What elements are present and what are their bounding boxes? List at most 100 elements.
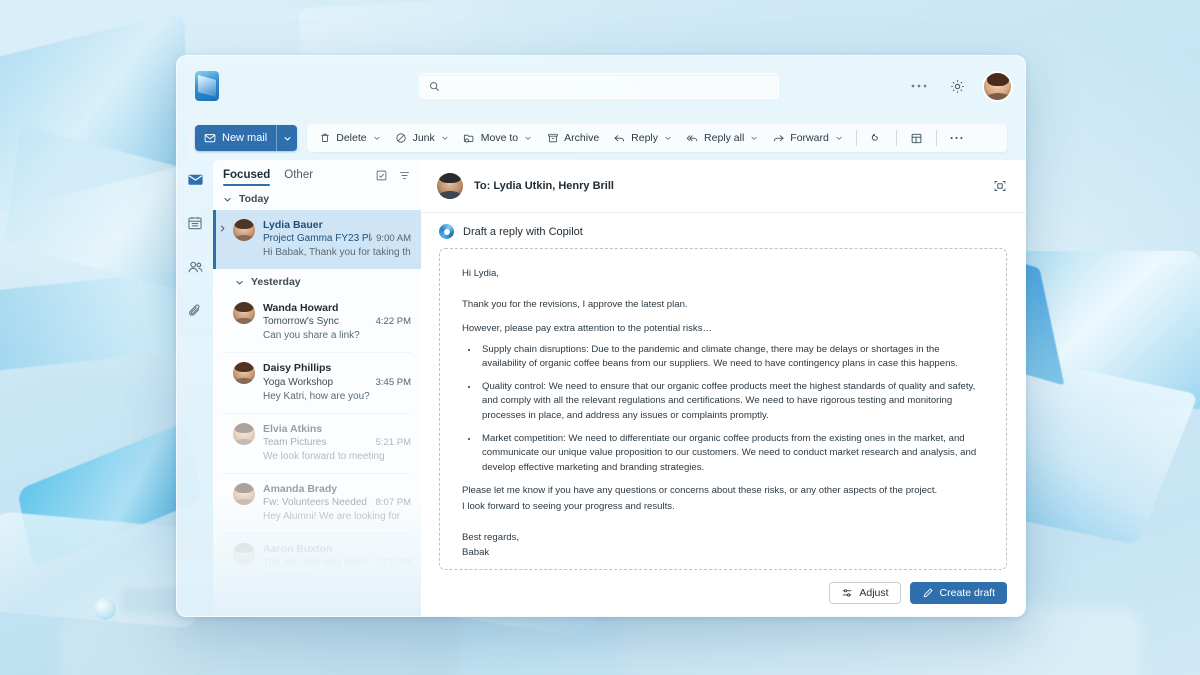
- command-overflow-button[interactable]: [943, 127, 970, 149]
- chevron-right-icon[interactable]: [219, 224, 226, 233]
- search-input[interactable]: [447, 80, 769, 92]
- tab-focused-label: Focused: [223, 169, 270, 181]
- delete-button[interactable]: Delete: [311, 127, 387, 149]
- chevron-down-icon[interactable]: [441, 134, 449, 142]
- avatar: [233, 302, 255, 324]
- navigation-rail: [177, 160, 213, 617]
- copilot-draft-box[interactable]: Hi Lydia, Thank you for the revisions, I…: [439, 248, 1007, 570]
- reply-all-icon: [686, 132, 699, 145]
- command-group: Delete Junk: [307, 124, 1007, 152]
- block-icon: [395, 132, 408, 145]
- chevron-down-icon: [223, 195, 232, 204]
- sidebar-item-calendar[interactable]: [182, 210, 208, 236]
- avatar: [233, 483, 255, 505]
- sidebar-item-files[interactable]: [182, 298, 208, 324]
- command-divider: [856, 130, 857, 146]
- tab-focused[interactable]: Focused: [223, 169, 270, 186]
- title-bar: [177, 56, 1025, 116]
- chevron-down-icon: [235, 278, 244, 287]
- folder-arrow-icon: [463, 132, 476, 145]
- subject-row: Team Pictures 5:21 PM: [263, 436, 411, 450]
- list-item[interactable]: Wanda Howard Tomorrow's Sync 4:22 PM Can…: [213, 293, 421, 352]
- draft-closing-2: I look forward to seeing your progress a…: [462, 500, 984, 515]
- avatar[interactable]: [984, 73, 1011, 100]
- list-item-body: Lydia Bauer Project Gamma FY23 Planni 9:…: [263, 218, 411, 260]
- reply-icon: [613, 132, 626, 145]
- preview-text: Hey Alumni! We are looking for: [263, 510, 411, 524]
- sidebar-item-mail[interactable]: [182, 166, 208, 192]
- message-list-pane: Focused Other: [213, 160, 421, 617]
- preview-text: Can you share a link?: [263, 329, 411, 343]
- select-all-icon[interactable]: [375, 169, 388, 182]
- archive-label: Archive: [564, 133, 599, 144]
- subject: The one-and-only moon: [263, 556, 372, 570]
- day-group-header-yesterday[interactable]: Yesterday: [213, 269, 421, 293]
- copilot-prompt-row[interactable]: Draft a reply with Copilot: [421, 213, 1025, 248]
- day-group-header-today[interactable]: Today: [213, 186, 421, 210]
- chevron-down-icon[interactable]: [835, 134, 843, 142]
- sender-name: Elvia Atkins: [263, 422, 411, 436]
- junk-label: Junk: [413, 133, 435, 144]
- list-item-body: Wanda Howard Tomorrow's Sync 4:22 PM Can…: [263, 301, 411, 343]
- sliders-icon: [841, 587, 853, 599]
- list-item[interactable]: Daisy Phillips Yoga Workshop 3:45 PM Hey…: [213, 353, 421, 412]
- list-item-body: Amanda Brady Fw: Volunteers Needed 8:07 …: [263, 482, 411, 524]
- list-item[interactable]: Amanda Brady Fw: Volunteers Needed 8:07 …: [213, 474, 421, 533]
- draft-risk-item: Quality control: We need to ensure that …: [479, 380, 984, 424]
- create-draft-button[interactable]: Create draft: [910, 582, 1007, 604]
- draft-risk-item: Market competition: We need to different…: [479, 432, 984, 476]
- subject-row: The one-and-only moon 1:01 PM: [263, 556, 411, 570]
- copilot-prompt-label: Draft a reply with Copilot: [463, 226, 583, 238]
- draft-signature: Babak: [462, 546, 984, 561]
- chevron-down-icon[interactable]: [373, 134, 381, 142]
- gear-icon[interactable]: [946, 75, 968, 97]
- filter-icon[interactable]: [398, 169, 411, 182]
- new-mail-caret-icon[interactable]: [277, 125, 297, 151]
- draft-intro: Thank you for the revisions, I approve t…: [462, 298, 984, 313]
- list-item-body: Elvia Atkins Team Pictures 5:21 PM We lo…: [263, 422, 411, 464]
- list-item[interactable]: Lydia Bauer Project Gamma FY23 Planni 9:…: [213, 210, 421, 269]
- preview-text: Hi Babak, Thank you for taking the: [263, 246, 411, 260]
- move-to-button[interactable]: Move to: [456, 127, 539, 149]
- copilot-icon: [439, 224, 454, 239]
- list-item-body: Daisy Phillips Yoga Workshop 3:45 PM Hey…: [263, 361, 411, 403]
- timestamp: 3:45 PM: [376, 376, 411, 390]
- tab-other[interactable]: Other: [284, 169, 313, 186]
- outlook-window: New mail Delete: [176, 55, 1026, 617]
- chevron-down-icon[interactable]: [524, 134, 532, 142]
- search-bar[interactable]: [419, 73, 779, 99]
- chevron-down-icon[interactable]: [664, 134, 672, 142]
- timestamp: 8:07 PM: [376, 496, 411, 510]
- list-item[interactable]: Elvia Atkins Team Pictures 5:21 PM We lo…: [213, 414, 421, 473]
- reply-label: Reply: [631, 133, 658, 144]
- subject-row: Yoga Workshop 3:45 PM: [263, 376, 411, 390]
- reply-all-button[interactable]: Reply all: [679, 127, 765, 149]
- adjust-button[interactable]: Adjust: [829, 582, 900, 604]
- reply-button[interactable]: Reply: [606, 127, 679, 149]
- timestamp: 9:00 AM: [376, 232, 411, 246]
- reply-all-label: Reply all: [704, 133, 744, 144]
- sidebar-item-people[interactable]: [182, 254, 208, 280]
- subject-row: Tomorrow's Sync 4:22 PM: [263, 315, 411, 329]
- background-bubble: [94, 598, 116, 620]
- subject: Tomorrow's Sync: [263, 315, 372, 329]
- command-divider: [896, 130, 897, 146]
- archive-button[interactable]: Archive: [539, 127, 606, 149]
- new-mail-button[interactable]: New mail: [195, 125, 297, 151]
- forward-button[interactable]: Forward: [765, 127, 850, 149]
- day-group-label: Today: [239, 193, 269, 205]
- avatar: [233, 543, 255, 565]
- list-item[interactable]: Aaron Buxton The one-and-only moon 1:01 …: [213, 534, 421, 593]
- junk-button[interactable]: Junk: [388, 127, 456, 149]
- trash-icon: [318, 132, 331, 145]
- command-bar: New mail Delete: [177, 116, 1025, 160]
- undo-button[interactable]: [863, 127, 890, 149]
- apps-button[interactable]: [903, 127, 930, 149]
- preview-text: We look forward to meeting: [263, 450, 411, 464]
- timestamp: 1:01 PM: [376, 556, 411, 570]
- chevron-down-icon[interactable]: [750, 134, 758, 142]
- subject: Yoga Workshop: [263, 376, 372, 390]
- more-options-icon[interactable]: [908, 75, 930, 97]
- apps-grid-icon: [910, 132, 923, 145]
- popout-icon[interactable]: [993, 179, 1007, 193]
